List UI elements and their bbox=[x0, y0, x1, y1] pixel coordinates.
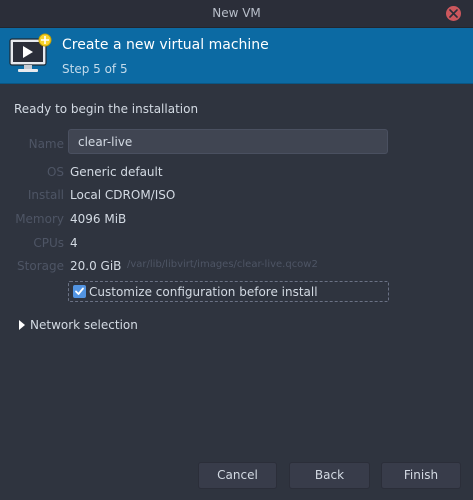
os-label: OS bbox=[46, 165, 64, 179]
install-value: Local CDROM/ISO bbox=[70, 188, 176, 202]
cpus-value: 4 bbox=[70, 236, 78, 250]
close-button[interactable] bbox=[446, 6, 461, 21]
window-title: New VM bbox=[212, 6, 261, 20]
storage-value: 20.0 GiB bbox=[70, 259, 122, 273]
storage-path: /var/lib/libvirt/images/clear-live.qcow2 bbox=[127, 259, 318, 270]
storage-label: Storage bbox=[17, 259, 64, 273]
install-label: Install bbox=[27, 188, 64, 202]
cpus-label: CPUs bbox=[33, 236, 64, 250]
memory-label: Memory bbox=[15, 212, 64, 226]
new-vm-icon bbox=[9, 33, 52, 72]
step-indicator: Step 5 of 5 bbox=[62, 62, 128, 76]
checkmark-icon bbox=[75, 287, 84, 295]
network-selection-label: Network selection bbox=[30, 318, 138, 332]
name-label: Name bbox=[28, 137, 64, 151]
ready-message: Ready to begin the installation bbox=[14, 102, 199, 116]
wizard-banner: Create a new virtual machine Step 5 of 5 bbox=[0, 28, 473, 84]
back-button[interactable]: Back bbox=[289, 462, 370, 489]
finish-button[interactable]: Finish bbox=[381, 462, 461, 489]
expander-arrow-icon bbox=[19, 320, 25, 330]
close-icon bbox=[449, 9, 458, 18]
customize-checkbox-row[interactable]: Customize configuration before install bbox=[68, 281, 389, 302]
banner-heading: Create a new virtual machine bbox=[62, 37, 269, 53]
cancel-button[interactable]: Cancel bbox=[198, 462, 277, 489]
vm-name-input[interactable]: clear-live bbox=[68, 129, 388, 154]
memory-value: 4096 MiB bbox=[70, 212, 127, 226]
os-value: Generic default bbox=[70, 165, 163, 179]
title-bar: New VM bbox=[0, 0, 473, 28]
customize-checkbox[interactable] bbox=[73, 285, 86, 298]
customize-label: Customize configuration before install bbox=[89, 285, 318, 299]
